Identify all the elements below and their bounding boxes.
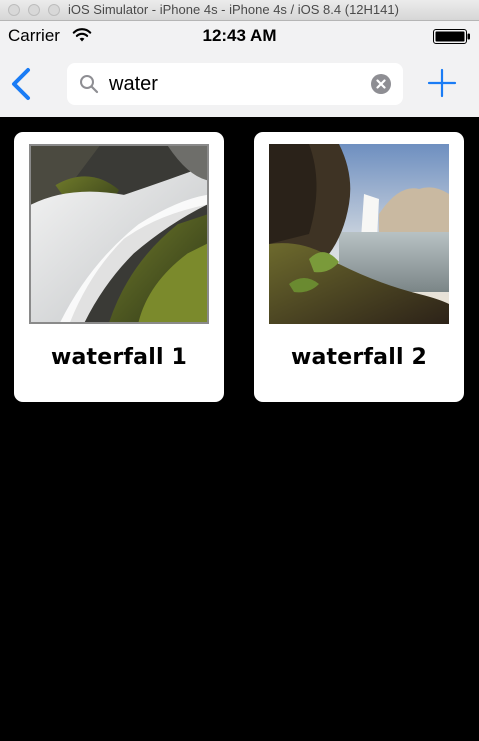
results-grid: waterfall 1 waterfall 2 [0,117,479,741]
result-title: waterfall 2 [290,345,428,370]
mac-titlebar: iOS Simulator - iPhone 4s - iPhone 4s / … [0,0,479,21]
search-field[interactable] [67,63,403,105]
plus-icon[interactable] [427,68,457,98]
clear-icon [376,79,386,89]
result-title: waterfall 1 [50,345,188,370]
status-time: 12:43 AM [202,26,277,45]
result-card-waterfall-2[interactable]: waterfall 2 [254,132,464,402]
waterfall-landscape-photo [269,144,449,324]
back-chevron-icon[interactable] [8,66,36,102]
waterfall-photo [29,144,209,324]
magnifier-icon [80,75,99,94]
close-window-button[interactable] [8,4,20,16]
battery-icon [433,29,470,44]
ios-top-area: Carrier 12:43 AM [0,21,479,117]
clear-search-button[interactable] [371,74,391,94]
minimize-window-button[interactable] [28,4,40,16]
result-card-waterfall-1[interactable]: waterfall 1 [14,132,224,402]
window-title: iOS Simulator - iPhone 4s - iPhone 4s / … [68,2,399,17]
zoom-window-button[interactable] [48,4,60,16]
search-input[interactable] [109,69,359,99]
simulator-window: iOS Simulator - iPhone 4s - iPhone 4s / … [0,0,479,741]
